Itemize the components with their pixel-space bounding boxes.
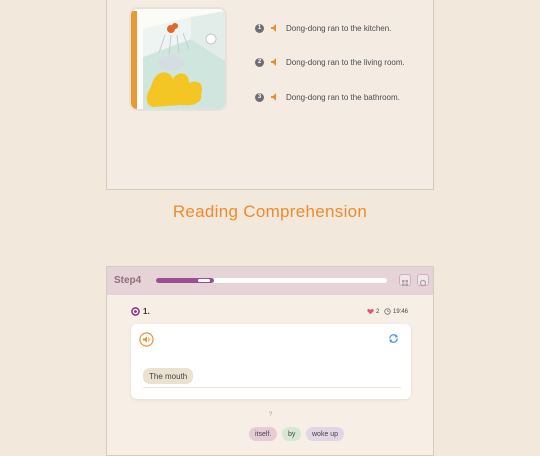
choice-2[interactable]: 2 Dong-dong ran to the living room.: [255, 57, 405, 67]
step-label: Step4: [114, 275, 142, 286]
grid-button[interactable]: [399, 274, 411, 286]
choice-text: Dong-dong ran to the kitchen.: [286, 23, 392, 33]
choice-number: 2: [255, 57, 264, 67]
refresh-icon[interactable]: [388, 333, 399, 344]
choice-text: Dong-dong ran to the bathroom.: [286, 92, 400, 102]
step-panel: Step4 1. 2 19:46 The mouth ? itself. by …: [106, 266, 434, 456]
grid-icon: [402, 280, 408, 286]
word-chip[interactable]: woke up: [306, 427, 345, 441]
settings-icon: [419, 279, 427, 287]
speaker-icon[interactable]: [139, 332, 154, 347]
progress-bar: [156, 278, 387, 283]
speaker-icon[interactable]: [270, 57, 280, 67]
answer-line: [143, 387, 401, 388]
question-number-text: 1.: [143, 307, 150, 316]
word-chip[interactable]: by: [282, 427, 302, 441]
question-panel-top: 1 Dong-dong ran to the kitchen. 2 Dong-d…: [106, 0, 434, 190]
progress-knob: [197, 279, 210, 282]
answer-card: The mouth: [131, 324, 411, 399]
speaker-icon[interactable]: [270, 23, 280, 33]
choice-number: 3: [255, 92, 264, 102]
question-number: 1.: [131, 307, 150, 316]
heart-icon: [367, 309, 374, 315]
timer: 19:46: [384, 308, 408, 315]
choice-1[interactable]: 1 Dong-dong ran to the kitchen.: [255, 23, 391, 33]
speaker-icon[interactable]: [270, 92, 280, 102]
answer-chip[interactable]: The mouth: [143, 368, 194, 384]
word-chip[interactable]: itself.: [249, 427, 278, 441]
choice-3[interactable]: 3 Dong-dong ran to the bathroom.: [255, 92, 400, 102]
settings-button[interactable]: [417, 274, 429, 287]
bathroom-illustration: [131, 9, 225, 109]
step-header: Step4: [107, 267, 433, 295]
clock-icon: [384, 308, 391, 315]
choice-number: 1: [255, 23, 264, 33]
choice-text: Dong-dong ran to the living room.: [286, 57, 405, 67]
hearts-value: 2: [376, 308, 380, 315]
hearts-count: 2: [367, 308, 379, 315]
section-title: Reading Comprehension: [172, 202, 368, 221]
illustration-image: [129, 7, 227, 111]
timer-value: 19:46: [393, 308, 409, 315]
hint-mark: ?: [269, 412, 273, 418]
target-icon: [131, 307, 140, 316]
